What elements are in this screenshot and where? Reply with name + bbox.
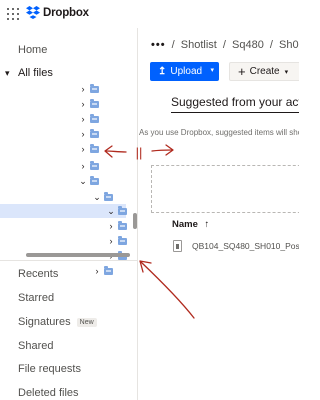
tree-row[interactable]: ⌄	[92, 190, 113, 204]
breadcrumb-more-icon[interactable]: •••	[151, 39, 166, 51]
breadcrumb-separator: /	[171, 39, 175, 51]
chevron-right-icon[interactable]: ›	[78, 84, 88, 94]
upload-label: Upload	[170, 66, 203, 77]
sidebar: Home ▾ All files › › › › › › ⌄ ⌄ ⌄ › › ›…	[0, 28, 138, 400]
video-file-icon	[173, 240, 182, 252]
folder-icon	[90, 143, 99, 153]
upload-button[interactable]: ↥ Upload ▾	[150, 62, 219, 81]
create-button[interactable]: + Create ▾	[229, 62, 299, 81]
tree-row[interactable]: ›	[78, 82, 99, 96]
breadcrumb-item[interactable]: Shotlist	[181, 39, 217, 51]
folder-icon	[104, 265, 113, 275]
all-files-caret-icon[interactable]: ▾	[5, 68, 10, 79]
upload-icon: ↥	[158, 66, 167, 77]
folder-icon	[90, 83, 99, 93]
folder-icon	[90, 113, 99, 123]
sidebar-item-signatures[interactable]: Signatures New	[18, 316, 97, 328]
chevron-down-icon: ▾	[284, 68, 289, 76]
chevron-right-icon[interactable]: ›	[78, 161, 88, 171]
create-label: Create	[249, 66, 280, 77]
brand-name: Dropbox	[43, 6, 89, 19]
suggested-title: Suggested from your activity	[171, 95, 299, 109]
chevron-right-icon[interactable]: ›	[78, 144, 88, 154]
folder-icon	[118, 205, 127, 215]
sidebar-divider	[0, 260, 137, 261]
folder-icon	[90, 98, 99, 108]
tree-row[interactable]: ›	[78, 142, 99, 156]
tree-row[interactable]: ›	[78, 112, 99, 126]
folder-icon	[90, 160, 99, 170]
sidebar-item-file-requests[interactable]: File requests	[18, 363, 81, 375]
dropbox-logo-icon	[26, 6, 40, 19]
sidebar-item-label: Signatures	[18, 316, 71, 328]
chevron-down-icon: ▾	[210, 67, 214, 74]
chevron-down-icon[interactable]: ⌄	[92, 192, 102, 203]
chevron-down-icon[interactable]: ⌄	[78, 176, 88, 187]
suggested-underline	[171, 112, 299, 113]
folder-icon	[104, 191, 113, 201]
sidebar-item-shared[interactable]: Shared	[18, 340, 53, 352]
sidebar-item-home[interactable]: Home	[18, 44, 47, 56]
tree-row[interactable]: ›	[106, 219, 127, 233]
sort-ascending-icon[interactable]: ↑	[205, 219, 210, 230]
plus-icon: +	[238, 64, 246, 79]
file-name[interactable]: QB104_SQ480_SH010_Position.mov	[192, 241, 299, 251]
dropbox-logo[interactable]: Dropbox	[26, 6, 89, 19]
suggested-description: As you use Dropbox, suggested items will…	[139, 128, 299, 137]
tree-row[interactable]: ›	[78, 97, 99, 111]
new-badge: New	[76, 318, 97, 327]
folder-icon	[118, 220, 127, 230]
tree-row[interactable]: ›	[78, 159, 99, 173]
breadcrumb-item[interactable]: Sq480	[232, 39, 264, 51]
chevron-right-icon[interactable]: ›	[106, 221, 116, 231]
top-bar: Dropbox	[0, 0, 299, 28]
name-column-header[interactable]: Name ↑	[172, 219, 209, 230]
column-label: Name	[172, 219, 198, 230]
app-grid-icon[interactable]	[7, 8, 19, 20]
tree-horizontal-scrollbar[interactable]	[26, 253, 130, 257]
sidebar-item-starred[interactable]: Starred	[18, 292, 54, 304]
sidebar-item-all-files[interactable]: All files	[18, 67, 53, 79]
tree-row[interactable]: ›	[78, 127, 99, 141]
tree-row[interactable]: ›	[92, 264, 113, 278]
folder-icon	[90, 175, 99, 185]
main-content: ••• / Shotlist / Sq480 / Sh010 ↥ Upload …	[139, 28, 299, 400]
tree-row[interactable]: ›	[106, 234, 127, 248]
chevron-right-icon[interactable]: ›	[78, 99, 88, 109]
suggested-dropzone	[151, 165, 299, 213]
folder-icon	[118, 235, 127, 245]
sidebar-item-deleted-files[interactable]: Deleted files	[18, 387, 79, 399]
sidebar-item-recents[interactable]: Recents	[18, 268, 58, 280]
tree-row[interactable]: ⌄	[106, 204, 127, 218]
tree-vertical-scrollbar[interactable]	[133, 213, 137, 229]
breadcrumb-item-current[interactable]: Sh010	[279, 39, 299, 51]
file-row[interactable]: QB104_SQ480_SH010_Position.mov	[173, 240, 299, 252]
chevron-right-icon[interactable]: ›	[78, 114, 88, 124]
tree-row[interactable]: ⌄	[78, 174, 99, 188]
chevron-right-icon[interactable]: ›	[92, 266, 102, 276]
breadcrumb: ••• / Shotlist / Sq480 / Sh010	[151, 39, 299, 51]
chevron-right-icon[interactable]: ›	[106, 236, 116, 246]
chevron-right-icon[interactable]: ›	[78, 129, 88, 139]
folder-icon	[90, 128, 99, 138]
breadcrumb-separator: /	[222, 39, 226, 51]
breadcrumb-separator: /	[269, 39, 273, 51]
chevron-down-icon[interactable]: ⌄	[106, 206, 116, 217]
